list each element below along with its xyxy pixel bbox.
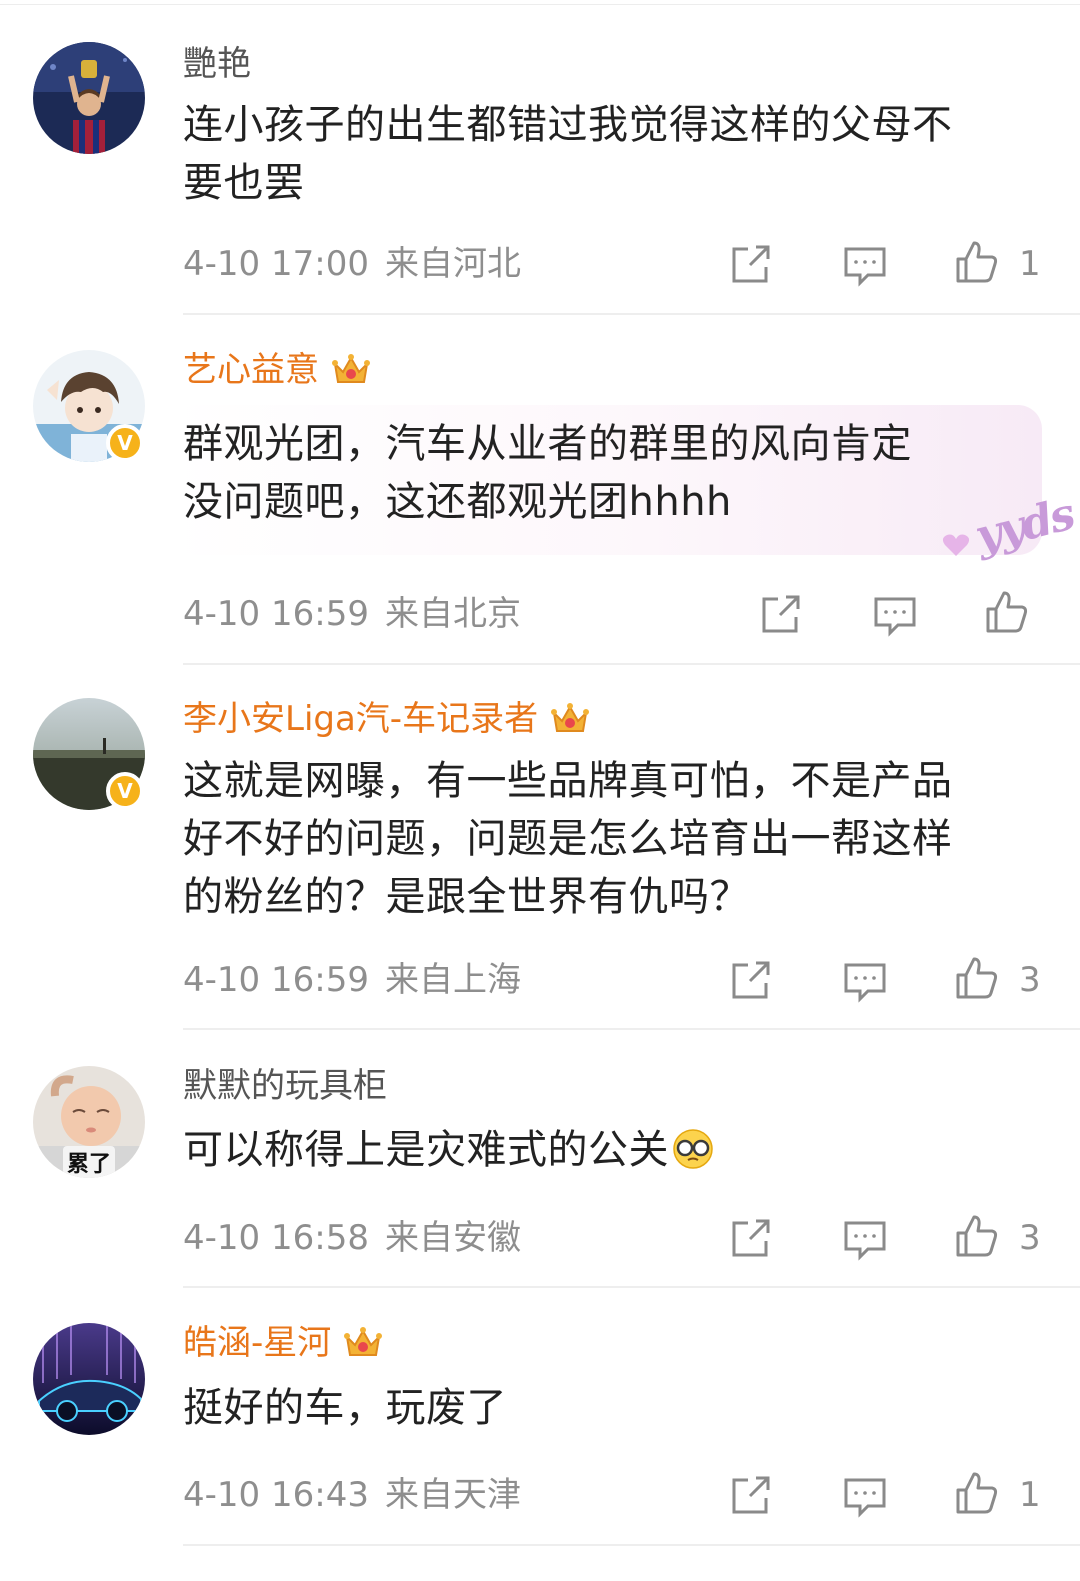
- comment-time: 4-10 16:58: [183, 1218, 369, 1258]
- comment-username[interactable]: 艷艳: [183, 44, 251, 84]
- comment-meta: 4-10 16:58 来自安徽: [183, 1218, 521, 1258]
- avatar-caption: 累了: [63, 1146, 116, 1178]
- comment-icon[interactable]: [842, 241, 888, 287]
- comment-text-line: 的粉丝的？是跟全世界有仇吗？: [183, 874, 750, 920]
- username-text[interactable]: 艷艳: [183, 44, 251, 84]
- comment-username[interactable]: 默默的玩具柜: [183, 1066, 387, 1106]
- share-icon[interactable]: [728, 957, 774, 1003]
- thumbs-up-icon[interactable]: [954, 239, 1000, 285]
- sunglasses-emoji-icon: [673, 1129, 713, 1169]
- like-count: 3: [1019, 1218, 1041, 1258]
- comment-icon[interactable]: [842, 1215, 888, 1261]
- comment-text: 群观光团，汽车从业者的群里的风向肯定 没问题吧，这还都观光团hhhh: [183, 415, 1043, 531]
- comment-text-line: 要也罢: [183, 160, 305, 206]
- comment-location: 来自天津: [384, 1475, 521, 1515]
- username-text[interactable]: 艺心益意: [183, 350, 319, 390]
- comment-location: 来自北京: [384, 594, 521, 634]
- comment-username[interactable]: 艺心益意: [183, 350, 371, 390]
- avatar[interactable]: [33, 42, 145, 154]
- divider: [183, 1286, 1080, 1288]
- share-icon[interactable]: [758, 591, 804, 637]
- comment-time: 4-10 16:59: [183, 960, 369, 1000]
- comment-time: 4-10 17:00: [183, 244, 369, 284]
- comment-icon[interactable]: [842, 957, 888, 1003]
- divider: [183, 663, 1080, 665]
- like-count: 1: [1019, 244, 1041, 284]
- vip-crown-icon: [344, 1327, 383, 1356]
- share-icon[interactable]: [728, 1472, 774, 1518]
- comment-text-line: 这就是网曝，有一些品牌真可怕，不是产品: [183, 758, 953, 804]
- comment-meta: 4-10 16:59 来自上海: [183, 960, 521, 1000]
- like-count: 1: [1019, 1475, 1041, 1515]
- comment-icon[interactable]: [872, 591, 918, 637]
- thumbs-up-icon[interactable]: [954, 955, 1000, 1001]
- comment-meta: 4-10 17:00 来自河北: [183, 244, 521, 284]
- thumbs-up-icon[interactable]: [954, 1213, 1000, 1259]
- vip-crown-icon: [551, 703, 590, 732]
- comment-text: 挺好的车，玩废了: [183, 1379, 1043, 1437]
- comment-text: 可以称得上是灾难式的公关: [183, 1121, 1043, 1179]
- comment-username[interactable]: 皓涵-星河: [183, 1323, 383, 1363]
- thumbs-up-icon[interactable]: [954, 1470, 1000, 1516]
- like-count: 3: [1019, 960, 1041, 1000]
- comment-text-line: 好不好的问题，问题是怎么培育出一帮这样: [183, 816, 953, 862]
- avatar[interactable]: [33, 1323, 145, 1435]
- verified-badge-icon: V: [106, 772, 144, 810]
- comment-text-content: 可以称得上是灾难式的公关: [183, 1127, 669, 1173]
- username-text[interactable]: 皓涵-星河: [183, 1323, 331, 1363]
- username-text[interactable]: 默默的玩具柜: [183, 1066, 387, 1106]
- vip-crown-icon: [332, 354, 370, 383]
- comment-text-line: 群观光团，汽车从业者的群里的风向肯定: [183, 421, 912, 467]
- comment-username[interactable]: 李小安Liga汽-车记录者: [183, 699, 590, 739]
- comment-text: 连小孩子的出生都错过我觉得这样的父母不 要也罢: [183, 96, 1043, 212]
- comment-text-line: 可以称得上是灾难式的公关: [183, 1121, 1043, 1179]
- share-icon[interactable]: [728, 241, 774, 287]
- divider: [183, 1028, 1080, 1030]
- comment-text-line: 挺好的车，玩废了: [183, 1385, 507, 1431]
- thumbs-up-icon[interactable]: [984, 589, 1030, 635]
- comment-icon[interactable]: [842, 1472, 888, 1518]
- divider: [183, 313, 1080, 315]
- comment-time: 4-10 16:43: [183, 1475, 369, 1515]
- comment-item: 皓涵-星河 挺好的车，玩废了 4-10 16:43 来自天津 1: [0, 0, 1080, 1518]
- avatar[interactable]: 累了: [33, 1066, 145, 1178]
- comment-location: 来自安徽: [384, 1218, 521, 1258]
- comment-location: 来自上海: [384, 960, 521, 1000]
- heart-decoration-icon: [942, 534, 970, 556]
- verified-badge-icon: V: [106, 424, 144, 462]
- comment-meta: 4-10 16:43 来自天津: [183, 1475, 521, 1515]
- share-icon[interactable]: [728, 1215, 774, 1261]
- comment-time: 4-10 16:59: [183, 594, 369, 634]
- username-text[interactable]: 李小安Liga汽-车记录者: [183, 699, 538, 739]
- comment-meta: 4-10 16:59 来自北京: [183, 594, 521, 634]
- comment-text-line: 连小孩子的出生都错过我觉得这样的父母不: [183, 102, 953, 148]
- comment-location: 来自河北: [384, 244, 521, 284]
- comment-text: 这就是网曝，有一些品牌真可怕，不是产品 好不好的问题，问题是怎么培育出一帮这样 …: [183, 752, 1043, 926]
- comment-item: 艷艳 连小孩子的出生都错过我觉得这样的父母不 要也罢 4-10 17:00 来自河…: [0, 0, 1080, 320]
- comment-text-line: 没问题吧，这还都观光团hhhh: [183, 479, 732, 525]
- divider: [183, 1544, 1080, 1546]
